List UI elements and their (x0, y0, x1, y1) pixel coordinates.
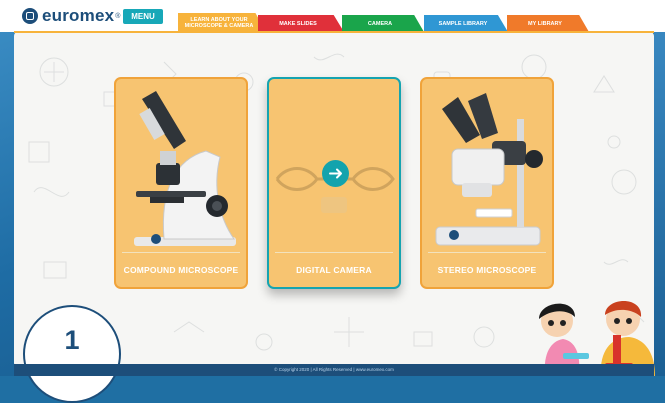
card-digital-camera[interactable]: DIGITAL CAMERA (267, 77, 401, 289)
tab-learn-about-microscope[interactable]: LEARN ABOUT YOUR MICROSCOPE & CAMERA (178, 13, 266, 32)
brand-name: euromex (42, 6, 115, 25)
tab-camera[interactable]: CAMERA (342, 15, 424, 32)
step-number-badge: 1 (23, 305, 121, 403)
compound-microscope-image (134, 91, 236, 246)
open-camera-button[interactable] (322, 160, 349, 187)
tab-make-slides[interactable]: MAKE SLIDES (258, 15, 344, 32)
tab-my-library[interactable]: MY LIBRARY (507, 15, 589, 32)
arrow-right-icon (329, 168, 342, 179)
card-compound-microscope[interactable]: COMPOUND MICROSCOPE (114, 77, 248, 289)
card-label: COMPOUND MICROSCOPE (123, 265, 239, 275)
logo-mark-icon (22, 8, 38, 24)
kids-illustration (539, 301, 655, 376)
menu-button[interactable]: MENU (123, 9, 163, 24)
card-stereo-microscope[interactable]: STEREO MICROSCOPE (420, 77, 554, 289)
tab-underline (14, 31, 654, 33)
card-label: DIGITAL CAMERA (296, 265, 372, 275)
registered-mark: ® (115, 12, 121, 20)
tab-sample-library[interactable]: SAMPLE LIBRARY (424, 15, 508, 32)
euromex-logo[interactable]: euromex ® (22, 6, 121, 25)
card-label: STEREO MICROSCOPE (437, 265, 537, 275)
step-number: 1 (64, 325, 80, 355)
copyright-text: © Copyright 2020 | All Rights Reserved |… (274, 367, 394, 372)
footer: © Copyright 2020 | All Rights Reserved |… (14, 364, 654, 376)
top-navigation-bar: euromex ® MENU LEARN ABOUT YOUR MICROSCO… (0, 0, 665, 32)
stereo-microscope-image (435, 93, 543, 246)
